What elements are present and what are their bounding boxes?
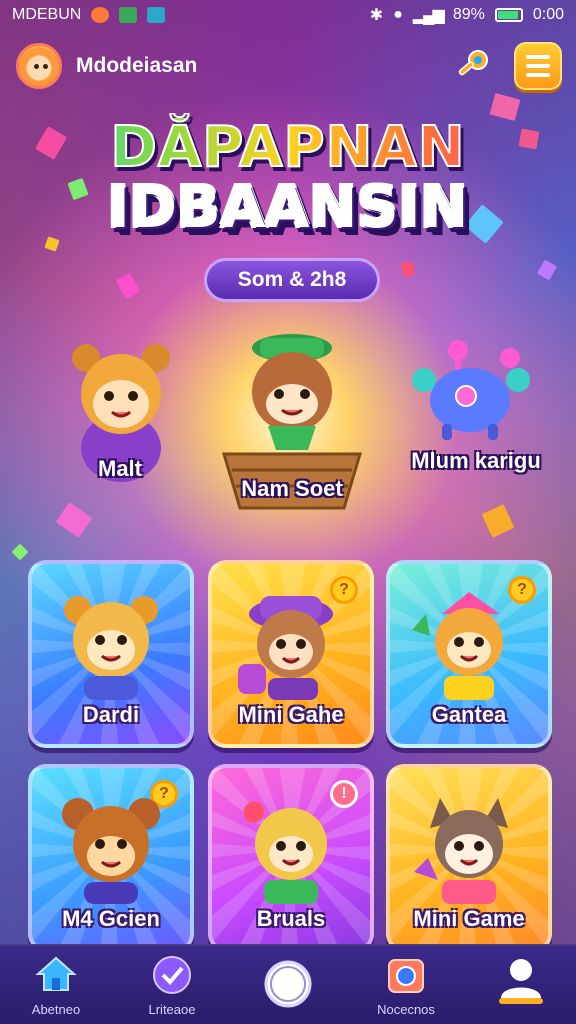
- card-label: Bruals: [256, 906, 326, 931]
- card-label: Mini Game: [413, 906, 525, 931]
- signal-icon: ▂▄▆: [412, 7, 445, 24]
- nav-label: Abetneo: [31, 1002, 81, 1017]
- card-label: Gantea: [431, 702, 507, 727]
- battery-percent: 89%: [452, 6, 485, 23]
- menu-button[interactable]: [514, 42, 562, 90]
- character-creature-icon: [412, 340, 530, 440]
- wifi-icon: ●: [393, 6, 403, 23]
- nav-item-home[interactable]: Abetneo: [0, 946, 112, 1024]
- key-icon[interactable]: [452, 46, 492, 86]
- username: Mdodeiasan: [76, 54, 198, 77]
- center-circle-icon: [264, 960, 312, 1008]
- battery-icon: [494, 8, 523, 22]
- character-puppy-icon: [414, 798, 508, 904]
- nav-label: Lriteaoe: [148, 1002, 196, 1017]
- character-blonde-girl-icon: [244, 801, 327, 904]
- title-line-2: IDBAANSIN: [0, 177, 576, 239]
- nav-item-profile[interactable]: [466, 946, 576, 1024]
- nav-item-camera[interactable]: Nocecnos: [350, 946, 462, 1024]
- carrier-text: MDEBUN: [12, 6, 82, 23]
- game-card-gantea[interactable]: ? Gantea: [386, 560, 552, 748]
- card-label: Mini Gahe: [238, 702, 344, 727]
- featured-label: Malt: [98, 456, 142, 481]
- header: Mdodeiasan: [16, 40, 562, 92]
- avatar[interactable]: [16, 43, 62, 89]
- clock-text: 0:00: [532, 6, 564, 23]
- card-label: Dardi: [82, 702, 140, 727]
- game-card-dardi[interactable]: Dardi: [28, 560, 194, 748]
- info-pill-text: Som & 2h8: [237, 268, 347, 291]
- title-line-1: DĂPAPNAN: [0, 117, 576, 179]
- character-bear-girl-icon: [64, 596, 158, 700]
- featured-label: Mlum karigu: [411, 448, 541, 473]
- nav-label: Nocecnos: [377, 1002, 435, 1017]
- character-cat-girl-icon: [412, 592, 503, 700]
- user-profile[interactable]: Mdodeiasan: [16, 43, 197, 89]
- game-card-mini-gahe[interactable]: ? Mini Gahe: [208, 560, 374, 748]
- character-bear-icon: [62, 798, 160, 904]
- game-card-mini-game[interactable]: Mini Game: [386, 764, 552, 952]
- camera-icon: [388, 959, 424, 993]
- notification-app-icon: [119, 7, 138, 23]
- card-label: M4 Gcien: [62, 906, 160, 931]
- bluetooth-icon: ✱: [369, 7, 384, 24]
- featured-label: Nam Soet: [241, 476, 343, 501]
- notification-shield-icon: [91, 7, 110, 23]
- game-card-bruals[interactable]: ! Bruals: [208, 764, 374, 952]
- profile-icon: [499, 959, 543, 1004]
- featured-character-mlum-karigu[interactable]: Mlum karigu: [396, 336, 556, 486]
- menu-line: [526, 73, 550, 77]
- status-bar: MDEBUN ✱ ● ▂▄▆ 89% 0:00: [0, 0, 576, 30]
- check-badge-icon: [153, 956, 191, 994]
- info-pill[interactable]: Som & 2h8: [204, 258, 380, 302]
- featured-character-malt[interactable]: Malt: [40, 336, 200, 506]
- nav-item-center[interactable]: [232, 946, 344, 1024]
- nav-item-tasks[interactable]: Lriteaoe: [116, 946, 228, 1024]
- character-hat-girl-icon: [238, 596, 333, 700]
- featured-character-nam-soet[interactable]: Nam Soet: [206, 330, 378, 526]
- notification-chart-icon: [147, 7, 166, 23]
- game-card-m4-gcien[interactable]: ? M4 Gcien: [28, 764, 194, 952]
- game-title: DĂPAPNAN IDBAANSIN: [0, 117, 576, 239]
- menu-line: [526, 64, 550, 68]
- home-icon: [35, 956, 77, 991]
- bottom-nav: Abetneo Lriteaoe Nocecnos: [0, 944, 576, 1024]
- menu-line: [526, 55, 550, 59]
